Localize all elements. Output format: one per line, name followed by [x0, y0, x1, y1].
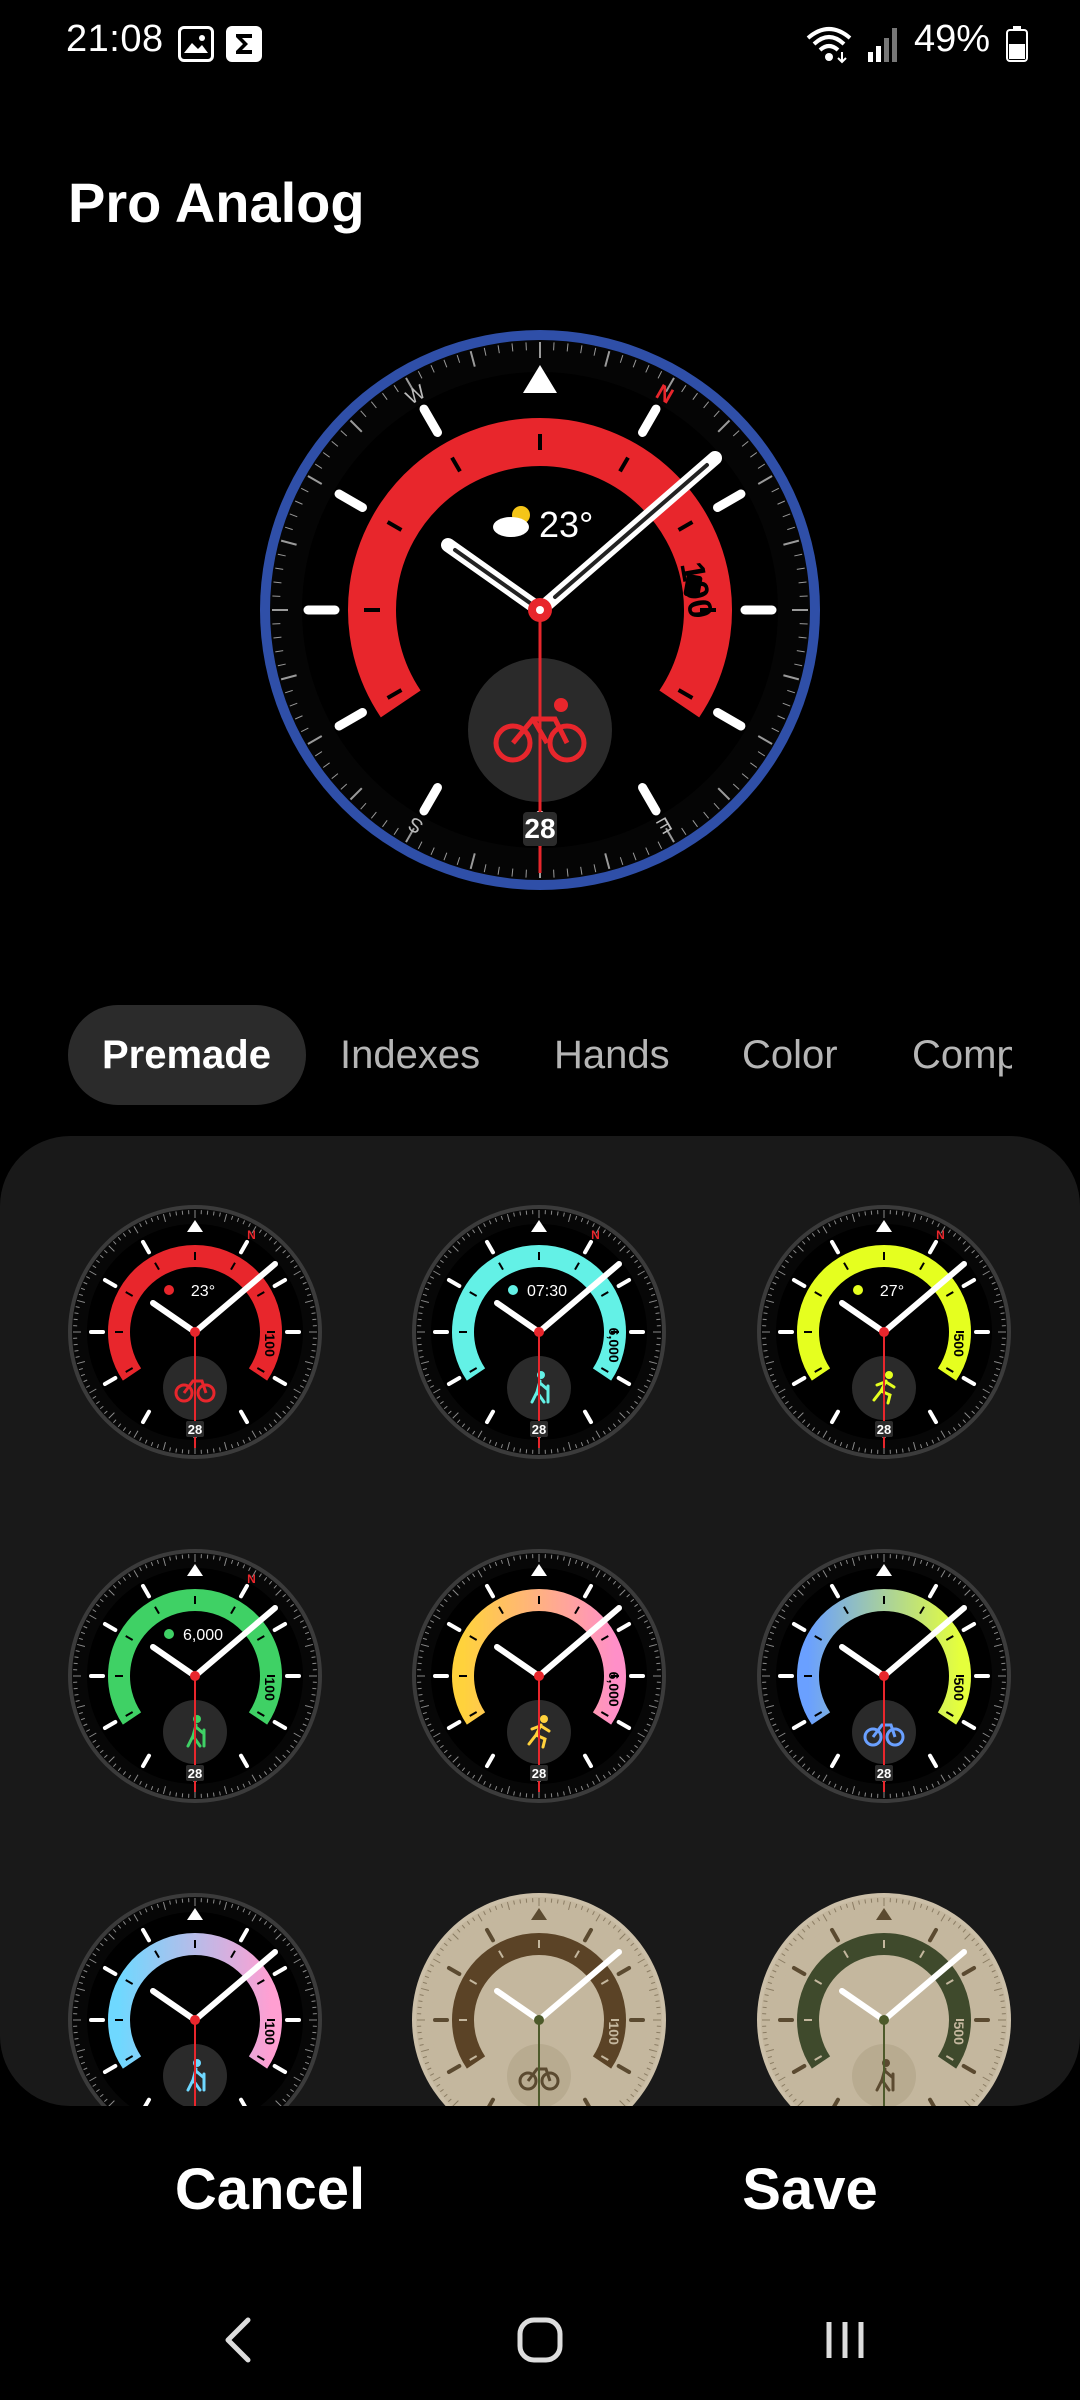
tab-indexes[interactable]: Indexes — [340, 1005, 480, 1105]
center-pin — [879, 2015, 889, 2025]
date-window: 28 — [532, 1422, 546, 1437]
preset-watch-face[interactable]: 500 — [756, 1892, 1012, 2106]
battery-icon — [1006, 26, 1028, 62]
svg-text:500: 500 — [951, 1334, 967, 1358]
preset-watch-face[interactable]: N 07:30 6,000 28 — [411, 1204, 667, 1460]
recents-icon[interactable] — [805, 2300, 885, 2380]
cancel-button[interactable]: Cancel — [80, 2130, 460, 2250]
tab-premade[interactable]: Premade — [68, 1005, 306, 1105]
compass-north: N — [936, 1228, 945, 1242]
sunrise-icon — [508, 1285, 518, 1295]
preset-top-complication: 23° — [191, 1283, 215, 1300]
preset-watch-face[interactable]: N 6,000 100 28 — [67, 1548, 323, 1804]
svg-text:100: 100 — [606, 2022, 622, 2046]
center-pin — [190, 2015, 200, 2025]
save-button[interactable]: Save — [620, 2130, 1000, 2250]
page-title: Pro Analog — [68, 171, 365, 234]
image-notification-icon — [178, 26, 214, 62]
svg-text:500: 500 — [951, 2022, 967, 2046]
preset-watch-face[interactable]: N 23° 100 28 — [67, 1204, 323, 1460]
center-pin — [879, 1671, 889, 1681]
svg-text:6,000: 6,000 — [606, 1328, 622, 1363]
weather-icon — [164, 1285, 174, 1295]
feels-like-icon — [853, 1285, 863, 1295]
center-pin — [534, 1327, 544, 1337]
preset-top-complication: 27° — [880, 1283, 904, 1300]
date-window: 28 — [532, 1766, 546, 1781]
weather-temperature: 23° — [539, 504, 593, 545]
battery-percent: 49% — [913, 18, 990, 60]
preset-watch-face[interactable]: N 27° 500 28 — [756, 1204, 1012, 1460]
date-window: 28 — [877, 1422, 891, 1437]
signal-icon — [868, 28, 897, 62]
tab-complications[interactable]: Comp — [912, 1005, 1012, 1105]
watch-face-preview: N W S E 23° 100 28 — [255, 325, 825, 895]
preset-watch-face[interactable]: 500 28 — [756, 1548, 1012, 1804]
preset-top-complication: 07:30 — [527, 1283, 567, 1300]
preset-watch-face[interactable]: 100 — [411, 1892, 667, 2106]
center-pin — [190, 1671, 200, 1681]
date-window: 28 — [188, 1422, 202, 1437]
svg-text:6,000: 6,000 — [606, 1672, 622, 1707]
status-bar: 21:08 49% — [0, 0, 1080, 90]
date-window: 28 — [188, 1766, 202, 1781]
preset-top-complication: 6,000 — [183, 1627, 223, 1644]
center-pin — [534, 2015, 544, 2025]
steps-icon — [164, 1629, 174, 1639]
compass-north: N — [247, 1228, 256, 1242]
status-time: 21:08 — [66, 18, 164, 60]
preset-watch-face[interactable]: 6,000 28 — [411, 1548, 667, 1804]
action-bar: Cancel Save — [0, 2130, 1080, 2250]
customize-tabs: Premade Indexes Hands Color Comp — [0, 1005, 1080, 1105]
center-pin — [879, 1327, 889, 1337]
date-window: 28 — [877, 1766, 891, 1781]
sigma-app-icon — [226, 26, 262, 62]
wifi-icon — [806, 27, 852, 64]
compass-north: N — [591, 1228, 600, 1242]
svg-text:100: 100 — [262, 1334, 278, 1358]
svg-text:100: 100 — [262, 2022, 278, 2046]
svg-text:100: 100 — [262, 1678, 278, 1702]
tab-color[interactable]: Color — [742, 1005, 838, 1105]
premade-presets-panel: N 23° 100 28 N 07:30 6,000 28 N 27° 500 28 N 6,000 100… — [0, 1136, 1080, 2106]
compass-north: N — [247, 1572, 256, 1586]
preset-watch-face[interactable]: 100 — [67, 1892, 323, 2106]
center-pin — [534, 1671, 544, 1681]
tab-scroll-fade — [1010, 1005, 1080, 1105]
tab-hands[interactable]: Hands — [554, 1005, 670, 1105]
center-pin — [190, 1327, 200, 1337]
navigation-bar — [0, 2280, 1080, 2400]
back-icon[interactable] — [200, 2300, 280, 2380]
date-window: 28 — [524, 813, 555, 844]
home-icon[interactable] — [500, 2300, 580, 2380]
svg-text:500: 500 — [951, 1678, 967, 1702]
